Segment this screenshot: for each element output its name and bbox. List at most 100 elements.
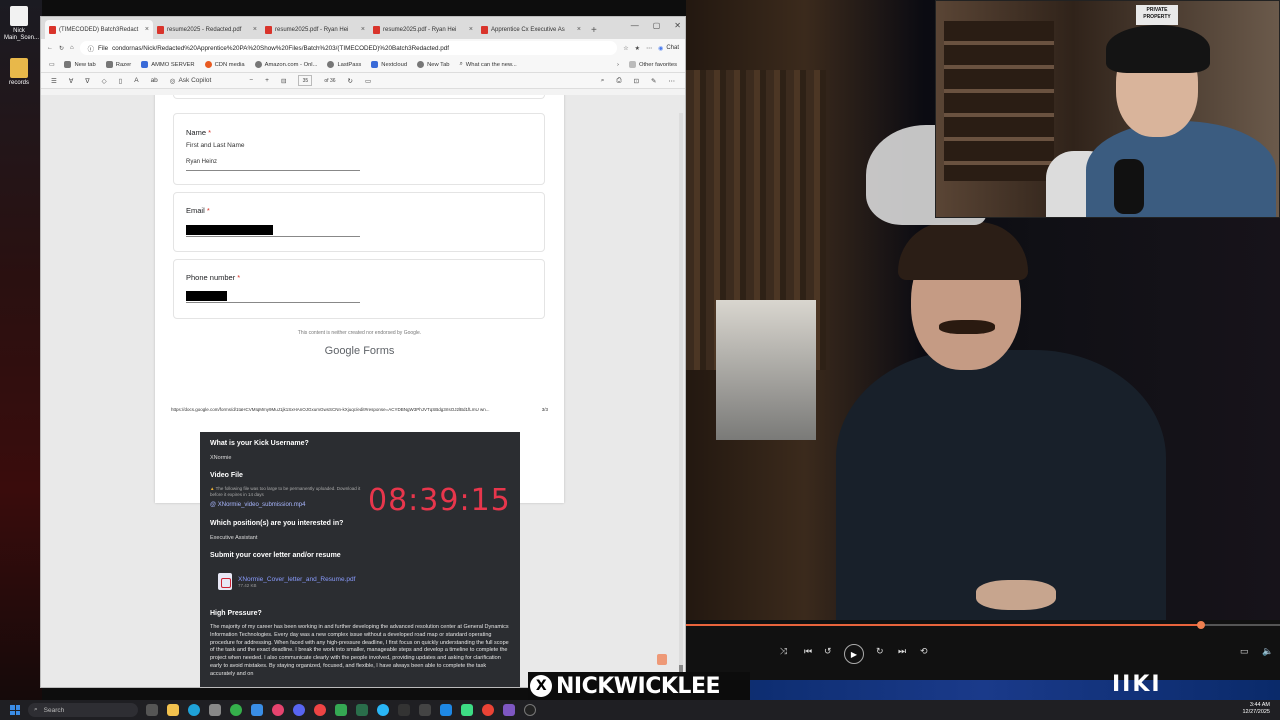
tab-resume-redacted[interactable]: resume2025 - Redacted.pdf × (153, 20, 261, 39)
close-icon[interactable]: × (145, 26, 149, 33)
save-as-icon[interactable]: ✎ (651, 77, 656, 85)
tab-apprentice[interactable]: Apprentice Cx Executive As × (477, 20, 585, 39)
erase-icon[interactable]: ◇ (102, 77, 107, 85)
discord-icon[interactable] (293, 704, 305, 716)
task-view-icon[interactable] (146, 704, 158, 716)
obs-icon[interactable] (398, 704, 410, 716)
close-icon[interactable]: × (253, 26, 257, 33)
volume-icon[interactable]: 🔈 (1262, 646, 1273, 657)
tab-resume-2[interactable]: resume2025.pdf - Ryan Hei × (369, 20, 477, 39)
progress-knob[interactable] (1196, 621, 1205, 629)
windows-start-icon[interactable] (10, 705, 20, 715)
bookmarks-icon[interactable]: ▭ (49, 62, 54, 68)
previous-icon[interactable]: ⏮ (804, 646, 812, 657)
copilot-chat-button[interactable]: ◉ Chat (658, 45, 679, 52)
read-aloud-icon[interactable]: A (134, 77, 138, 84)
store-icon[interactable] (209, 704, 221, 716)
app-icon[interactable] (440, 704, 452, 716)
close-icon[interactable]: × (577, 26, 581, 33)
home-icon[interactable]: ⌂ (70, 45, 74, 51)
attachment[interactable]: XNormie_Cover_letter_and_Resume.pdf 77.4… (218, 573, 355, 590)
desktop-icon-records[interactable]: records (4, 58, 34, 87)
page-number-input[interactable]: 35 (298, 75, 313, 86)
media-player-icon[interactable] (524, 704, 536, 716)
print-icon[interactable]: ⎙ (616, 77, 621, 85)
progress-bar[interactable] (686, 621, 1280, 629)
bookmark-what-can[interactable]: ⌕ What can the new... (460, 61, 517, 68)
app-icon[interactable] (461, 704, 473, 716)
rotate-icon[interactable]: ↻ (348, 77, 353, 85)
back-icon[interactable]: ← (47, 45, 53, 51)
two-page-icon[interactable]: ▭ (365, 77, 371, 85)
new-tab-icon[interactable]: + (591, 25, 597, 36)
name-sub: First and Last Name (186, 142, 245, 149)
tab-timecoded[interactable]: (TIMECODED) Batch3Redact × (45, 20, 153, 39)
shelf (716, 300, 816, 440)
tab-resume-1[interactable]: resume2025.pdf - Ryan Hei × (261, 20, 369, 39)
desktop-icon-scene[interactable]: Nick Main_Scen... (4, 6, 39, 42)
search-icon[interactable]: ⌕ (601, 77, 605, 85)
bookmark-lastpass[interactable]: LastPass (327, 61, 361, 68)
close-icon[interactable]: × (361, 26, 365, 33)
app-icon[interactable] (419, 704, 431, 716)
forward-icon[interactable]: ↻ (876, 646, 884, 657)
address-bar[interactable]: ⓘ File condornas/Nick/Redacted%20Apprent… (79, 41, 618, 55)
hair (898, 222, 1028, 280)
highlight-icon[interactable]: ∀ (69, 77, 73, 85)
edge-icon[interactable] (188, 704, 200, 716)
bookmark-new-tab[interactable]: New tab (64, 61, 96, 68)
video-file-link[interactable]: @ XNormie_video_submission.mp4 (210, 502, 305, 508)
close-window-icon[interactable]: ✕ (674, 21, 681, 30)
form-url[interactable]: https://docs.google.com/forms/d/1taHCVMI… (171, 407, 551, 412)
app-icon[interactable] (356, 704, 368, 716)
maximize-icon[interactable]: ▢ (653, 21, 661, 30)
webcam-hair (1106, 25, 1210, 73)
repeat-icon[interactable]: ⟲ (920, 646, 928, 657)
more-icon[interactable]: ⋯ (646, 45, 652, 52)
app-icon[interactable] (272, 704, 284, 716)
app-icon[interactable] (482, 704, 494, 716)
bookmark-cdn-media[interactable]: CDN media (204, 61, 245, 68)
bookmark-new-tab-2[interactable]: New Tab (417, 61, 450, 68)
fit-page-icon[interactable]: ⊟ (281, 77, 286, 85)
app-icon[interactable] (314, 704, 326, 716)
more-icon[interactable]: ⋯ (669, 77, 676, 85)
bookmark-nextcloud[interactable]: Nextcloud (371, 61, 407, 68)
app-icon[interactable] (251, 704, 263, 716)
bookmark-ammo-server[interactable]: AMMO SERVER (141, 61, 195, 68)
other-favorites[interactable]: Other favorites (628, 61, 677, 68)
translate-icon[interactable]: ab (151, 77, 158, 84)
favorite-star-icon[interactable]: ☆ (623, 45, 628, 52)
close-icon[interactable]: × (469, 26, 473, 33)
app-icon[interactable] (503, 704, 515, 716)
favorites-icon[interactable]: ★ (635, 45, 640, 52)
contents-icon[interactable]: ☰ (51, 77, 57, 85)
refresh-icon[interactable]: ↻ (59, 45, 64, 52)
bookmark-razer[interactable]: Razer (105, 61, 131, 68)
miniplayer-icon[interactable]: ▭ (1240, 646, 1249, 657)
bookmark-amazon[interactable]: Amazon.com - Onl... (254, 61, 317, 68)
next-icon[interactable]: ⏭ (898, 646, 906, 657)
scrollbar[interactable] (679, 113, 683, 673)
app-icon[interactable] (377, 704, 389, 716)
save-icon[interactable]: ⊡ (634, 77, 639, 85)
play-button[interactable]: ▶ (844, 644, 864, 664)
system-clock[interactable]: 3:44 AM 12/27/2025 (1242, 702, 1270, 716)
rewind-icon[interactable]: ↺ (824, 646, 832, 657)
chevron-right-icon[interactable]: › (617, 62, 619, 68)
ask-copilot[interactable]: ◎ Ask Copilot (170, 77, 212, 85)
chrome-icon[interactable] (230, 704, 242, 716)
app-icon[interactable] (335, 704, 347, 716)
minimize-icon[interactable]: — (631, 21, 639, 30)
globe-icon (254, 61, 262, 68)
file-explorer-icon[interactable] (167, 704, 179, 716)
zoom-out-icon[interactable]: − (249, 77, 253, 84)
attachment-name[interactable]: XNormie_Cover_letter_and_Resume.pdf (238, 576, 355, 583)
q-high-pressure: High Pressure? (210, 610, 262, 617)
shuffle-icon[interactable]: ⤨ (780, 646, 787, 657)
taskbar-search[interactable]: ⌕ Search (28, 703, 138, 717)
view-icon[interactable]: ▯ (119, 77, 123, 85)
zoom-in-icon[interactable]: + (265, 77, 269, 84)
draw-icon[interactable]: ∇ (85, 77, 89, 85)
pdf-viewer[interactable]: Name * First and Last Name Ryan Heinz Em… (41, 95, 685, 687)
